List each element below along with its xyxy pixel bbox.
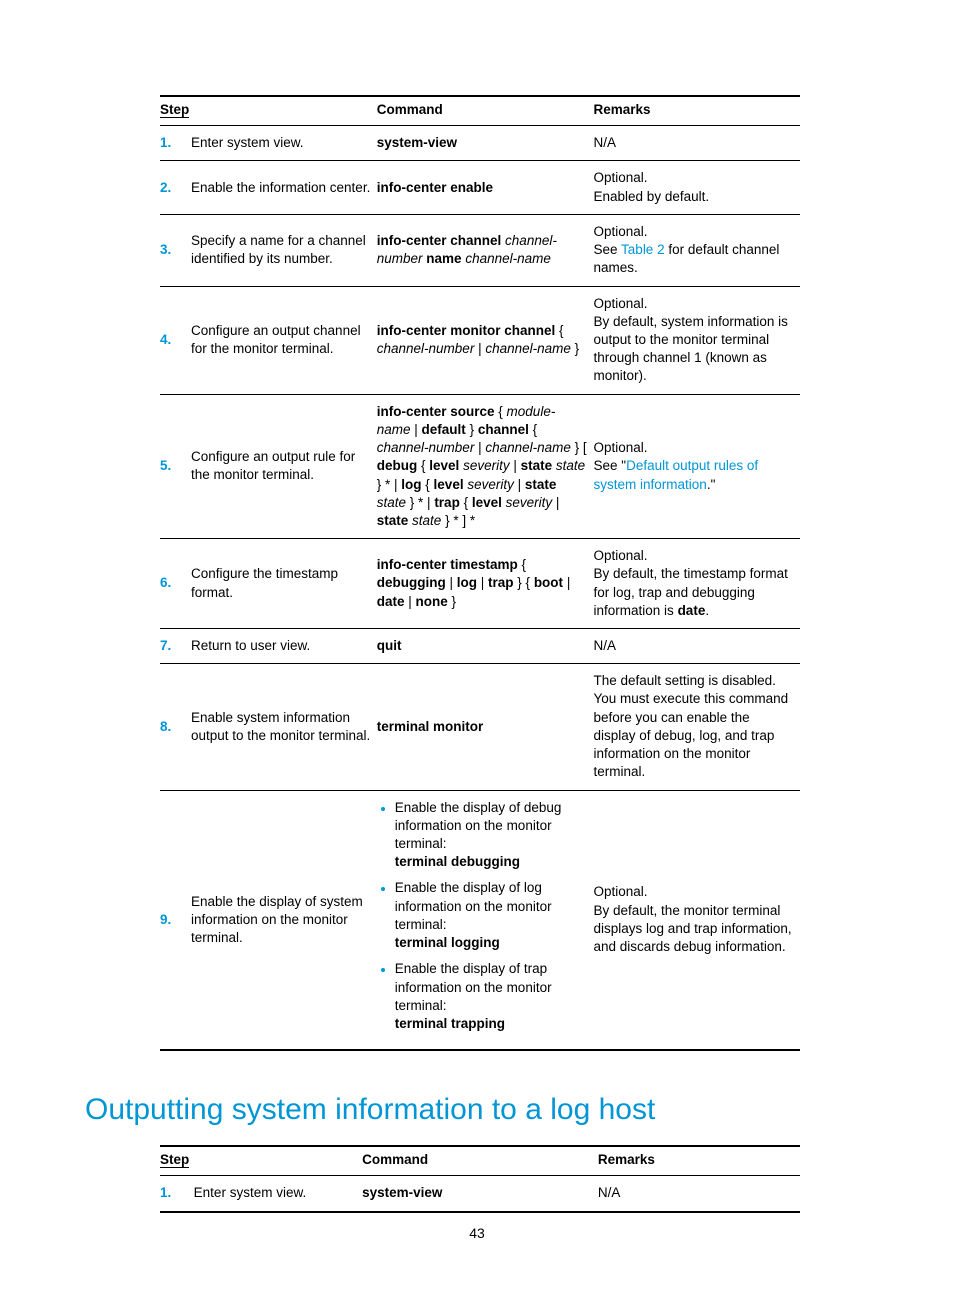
remarks-text: Optional.By default, the timestamp forma…: [594, 539, 800, 629]
table-row: 1.Enter system view.system-viewN/A: [160, 1176, 800, 1212]
section-heading: Outputting system information to a log h…: [85, 1093, 859, 1127]
remarks-text: N/A: [594, 629, 800, 664]
command-table-1: Step Command Remarks 1.Enter system view…: [160, 95, 800, 1051]
step-number: 7.: [160, 629, 191, 664]
step-text: Enter system view.: [191, 126, 377, 161]
table-row: 9.Enable the display of system informati…: [160, 790, 800, 1050]
table-row: 5.Configure an output rule for the monit…: [160, 394, 800, 539]
step-number: 8.: [160, 664, 191, 790]
command-text: terminal monitor: [377, 664, 594, 790]
th-remarks: Remarks: [598, 1146, 800, 1176]
command-text: info-center source { module-name | defau…: [377, 394, 594, 539]
remarks-text: Optional.By default, system information …: [594, 286, 800, 394]
command-text: info-center monitor channel { channel-nu…: [377, 286, 594, 394]
remarks-text: Optional.See Table 2 for default channel…: [594, 214, 800, 286]
command-text: system-view: [362, 1176, 598, 1212]
step-number: 3.: [160, 214, 191, 286]
command-text: info-center enable: [377, 161, 594, 214]
step-number: 2.: [160, 161, 191, 214]
step-number: 1.: [160, 126, 191, 161]
command-text: quit: [377, 629, 594, 664]
step-text: Configure an output rule for the monitor…: [191, 394, 377, 539]
remarks-text: Optional.See "Default output rules of sy…: [594, 394, 800, 539]
remarks-text: N/A: [594, 126, 800, 161]
table1-body: 1.Enter system view.system-viewN/A2.Enab…: [160, 126, 800, 1050]
table2-body: 1.Enter system view.system-viewN/A: [160, 1176, 800, 1212]
th-command: Command: [362, 1146, 598, 1176]
table-row: 4.Configure an output channel for the mo…: [160, 286, 800, 394]
command-text: info-center channel channel-number name …: [377, 214, 594, 286]
table-row: 8.Enable system information output to th…: [160, 664, 800, 790]
th-step: Step: [160, 1146, 362, 1176]
remarks-text: Optional.By default, the monitor termina…: [594, 790, 800, 1050]
step-number: 9.: [160, 790, 191, 1050]
step-text: Configure the timestamp format.: [191, 539, 377, 629]
table-row: 3.Specify a name for a channel identifie…: [160, 214, 800, 286]
step-text: Enable system information output to the …: [191, 664, 377, 790]
th-remarks: Remarks: [594, 96, 800, 126]
command-text: system-view: [377, 126, 594, 161]
th-step: Step: [160, 96, 377, 126]
remarks-text: N/A: [598, 1176, 800, 1212]
command-table-2: Step Command Remarks 1.Enter system view…: [160, 1145, 800, 1212]
table-row: 2.Enable the information center.info-cen…: [160, 161, 800, 214]
th-command: Command: [377, 96, 594, 126]
command-text: Enable the display of debug information …: [377, 790, 594, 1050]
remarks-text: The default setting is disabled.You must…: [594, 664, 800, 790]
step-number: 1.: [160, 1176, 194, 1212]
table-row: 7.Return to user view.quitN/A: [160, 629, 800, 664]
step-text: Enter system view.: [194, 1176, 362, 1212]
step-text: Specify a name for a channel identified …: [191, 214, 377, 286]
step-text: Configure an output channel for the moni…: [191, 286, 377, 394]
page-number: 43: [0, 1225, 954, 1241]
step-text: Enable the display of system information…: [191, 790, 377, 1050]
command-text: info-center timestamp { debugging | log …: [377, 539, 594, 629]
step-text: Return to user view.: [191, 629, 377, 664]
step-number: 5.: [160, 394, 191, 539]
remarks-text: Optional.Enabled by default.: [594, 161, 800, 214]
table-row: 1.Enter system view.system-viewN/A: [160, 126, 800, 161]
step-number: 4.: [160, 286, 191, 394]
table-row: 6.Configure the timestamp format.info-ce…: [160, 539, 800, 629]
step-number: 6.: [160, 539, 191, 629]
step-text: Enable the information center.: [191, 161, 377, 214]
